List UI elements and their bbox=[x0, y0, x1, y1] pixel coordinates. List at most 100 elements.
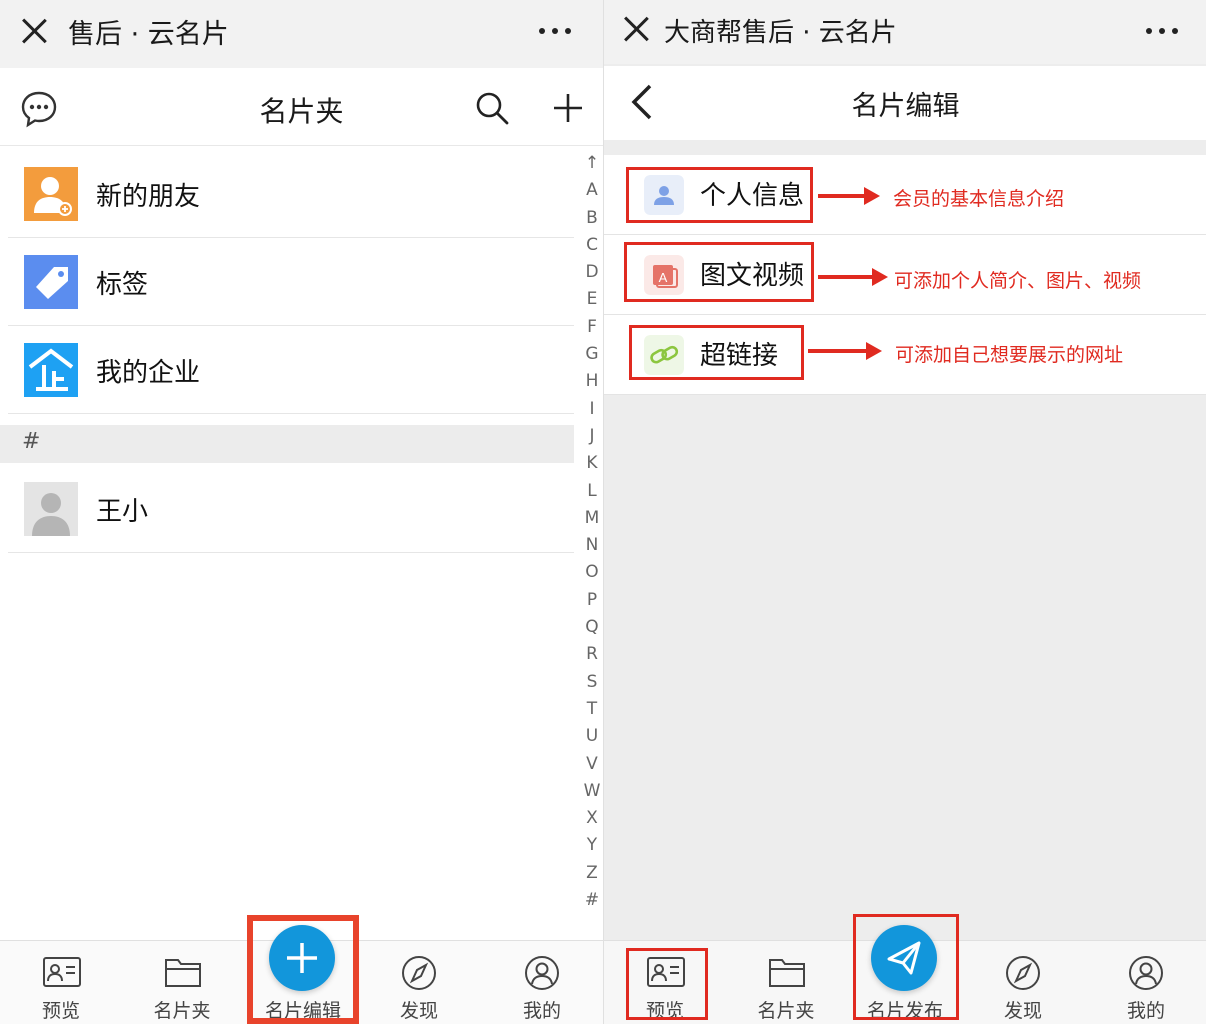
user-profile-icon bbox=[1129, 956, 1163, 990]
bottom-tab-bar: 预览 名片夹 名片发布 发现 我的 bbox=[604, 925, 1206, 1024]
index-letter[interactable]: K bbox=[580, 450, 603, 477]
folder-icon bbox=[165, 959, 201, 987]
bottom-tab-bar: 预览 名片夹 名片编辑 发现 我的 bbox=[0, 925, 603, 1024]
plus-icon bbox=[287, 943, 317, 973]
enterprise-icon bbox=[24, 343, 78, 397]
tab-label: 发现 bbox=[399, 1000, 438, 1022]
publish-fab-button[interactable] bbox=[871, 925, 937, 991]
index-letter[interactable]: # bbox=[580, 887, 603, 914]
close-icon[interactable] bbox=[18, 14, 50, 48]
page-title: 名片夹 bbox=[259, 95, 344, 128]
list-item-label: 我的企业 bbox=[96, 358, 201, 388]
menu-item-label: 个人信息 bbox=[700, 181, 805, 211]
index-letter[interactable]: T bbox=[580, 696, 603, 723]
id-card-icon bbox=[647, 957, 685, 987]
index-letter[interactable]: Q bbox=[580, 614, 603, 641]
index-letter[interactable]: R bbox=[580, 641, 603, 668]
tab-preview[interactable]: 预览 bbox=[610, 941, 720, 1024]
index-letter[interactable]: G bbox=[580, 341, 603, 368]
alphabet-index[interactable]: ↑ A B C D E F G H I J K L M N O P Q R S T U V W X Y Z # bbox=[580, 150, 603, 914]
search-icon[interactable] bbox=[474, 90, 510, 126]
annotation-arrow bbox=[818, 268, 888, 286]
index-letter[interactable]: O bbox=[580, 559, 603, 586]
index-letter[interactable]: H bbox=[580, 368, 603, 395]
list-item-new-friends[interactable]: 新的朋友 bbox=[8, 150, 574, 238]
section-label: # bbox=[22, 429, 41, 454]
annotation-arrow bbox=[818, 187, 880, 205]
index-letter[interactable]: N bbox=[580, 532, 603, 559]
index-letter[interactable]: S bbox=[580, 669, 603, 696]
list-item-tags[interactable]: 标签 bbox=[8, 238, 574, 326]
tab-mine[interactable]: 我的 bbox=[487, 941, 597, 1024]
annotation-arrow bbox=[808, 342, 882, 360]
add-fab-button[interactable] bbox=[269, 925, 335, 991]
index-letter[interactable]: C bbox=[580, 232, 603, 259]
tab-label: 我的 bbox=[1126, 1000, 1165, 1022]
index-letter[interactable]: Y bbox=[580, 832, 603, 859]
index-letter[interactable]: I bbox=[580, 396, 603, 423]
index-letter[interactable]: L bbox=[580, 478, 603, 505]
index-letter[interactable]: V bbox=[580, 751, 603, 778]
more-icon[interactable] bbox=[1146, 28, 1182, 36]
id-card-icon bbox=[43, 957, 81, 987]
index-letter[interactable]: B bbox=[580, 205, 603, 232]
tab-cardholder[interactable]: 名片夹 bbox=[127, 941, 237, 1024]
mini-program-titlebar: 售后 · 云名片 bbox=[0, 0, 603, 68]
index-letter[interactable]: M bbox=[580, 505, 603, 532]
tab-mine[interactable]: 我的 bbox=[1091, 941, 1201, 1024]
svg-text:A: A bbox=[659, 270, 668, 285]
person-add-icon bbox=[24, 167, 78, 221]
tab-label: 名片编辑 bbox=[264, 1000, 341, 1022]
tab-label: 名片发布 bbox=[866, 1000, 943, 1022]
page-title: 名片编辑 bbox=[851, 91, 960, 122]
tab-discover[interactable]: 发现 bbox=[968, 941, 1078, 1024]
more-icon[interactable] bbox=[539, 28, 575, 36]
add-icon[interactable] bbox=[552, 92, 584, 124]
folder-icon bbox=[769, 959, 805, 987]
annotation-text: 可添加个人简介、图片、视频 bbox=[894, 270, 1142, 292]
index-letter[interactable]: X bbox=[580, 805, 603, 832]
tab-preview[interactable]: 预览 bbox=[6, 941, 116, 1024]
personal-info-icon bbox=[644, 175, 684, 215]
close-icon[interactable] bbox=[620, 12, 652, 46]
tab-label: 预览 bbox=[645, 1000, 684, 1022]
tab-card-publish[interactable]: 名片发布 bbox=[850, 925, 960, 1024]
index-letter[interactable]: W bbox=[580, 778, 603, 805]
index-letter[interactable]: F bbox=[580, 314, 603, 341]
avatar bbox=[24, 482, 78, 536]
index-letter[interactable]: J bbox=[580, 423, 603, 450]
tab-discover[interactable]: 发现 bbox=[364, 941, 474, 1024]
tab-label: 发现 bbox=[1003, 1000, 1042, 1022]
left-screen: 售后 · 云名片 名片夹 新的朋友 标签 我的企业 # 王小 ↑ A B C D… bbox=[0, 0, 603, 1024]
user-profile-icon bbox=[525, 956, 559, 990]
index-letter[interactable]: E bbox=[580, 286, 603, 313]
mini-program-titlebar: 大商帮售后 · 云名片 bbox=[604, 0, 1206, 64]
contact-name: 王小 bbox=[96, 497, 149, 527]
index-letter[interactable]: D bbox=[580, 259, 603, 286]
menu-item-label: 图文视频 bbox=[700, 261, 805, 291]
index-letter[interactable]: Z bbox=[580, 860, 603, 887]
tab-card-edit[interactable]: 名片编辑 bbox=[248, 925, 358, 1024]
paper-plane-icon bbox=[887, 941, 921, 975]
compass-icon bbox=[1006, 956, 1040, 990]
section-header: # bbox=[0, 425, 574, 463]
annotation-text: 会员的基本信息介绍 bbox=[893, 188, 1065, 210]
link-icon bbox=[644, 335, 684, 375]
list-item-label: 新的朋友 bbox=[96, 182, 201, 212]
index-letter[interactable]: A bbox=[580, 177, 603, 204]
annotation-text: 可添加自己想要展示的网址 bbox=[895, 344, 1124, 366]
tag-icon bbox=[24, 255, 78, 309]
window-title: 大商帮售后 · 云名片 bbox=[664, 18, 897, 48]
index-letter[interactable]: P bbox=[580, 587, 603, 614]
tab-label: 预览 bbox=[41, 1000, 80, 1022]
list-item-my-enterprise[interactable]: 我的企业 bbox=[8, 326, 574, 414]
list-item-contact[interactable]: 王小 bbox=[8, 465, 574, 553]
right-screen: 大商帮售后 · 云名片 名片编辑 个人信息 A 图文视频 超链接 会员的基本信息… bbox=[603, 0, 1206, 1024]
window-title: 售后 · 云名片 bbox=[68, 19, 229, 50]
tab-cardholder[interactable]: 名片夹 bbox=[731, 941, 841, 1024]
tab-label: 名片夹 bbox=[153, 1000, 211, 1022]
index-letter[interactable]: U bbox=[580, 723, 603, 750]
index-letter[interactable]: ↑ bbox=[580, 150, 603, 177]
tab-label: 我的 bbox=[522, 1000, 561, 1022]
cardholder-header: 名片夹 bbox=[0, 72, 603, 146]
